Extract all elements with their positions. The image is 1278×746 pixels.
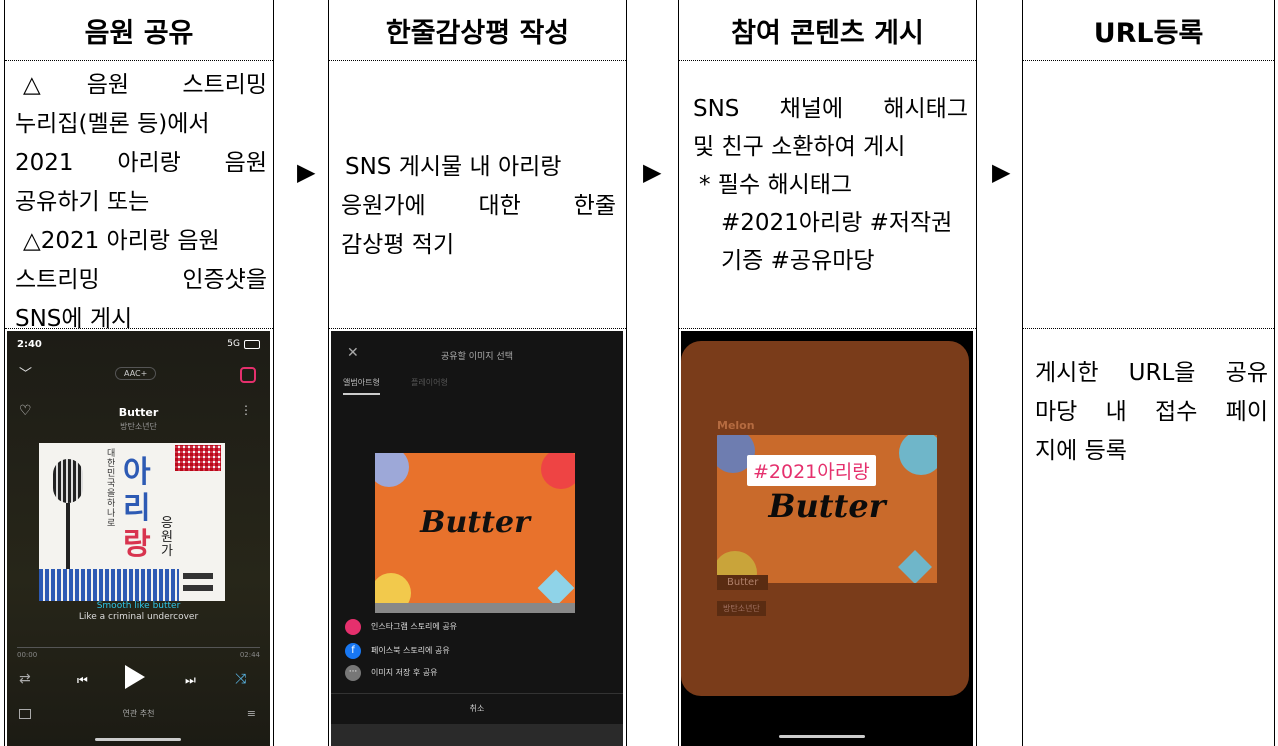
previous-icon[interactable]: ⏮: [77, 673, 88, 688]
separator: [5, 328, 273, 329]
cancel-button[interactable]: 취소: [331, 703, 623, 714]
play-icon[interactable]: [125, 665, 145, 689]
desc-line: 감상평 적기: [341, 232, 455, 258]
share-option-instagram[interactable]: 인스타그램 스토리에 공유: [371, 621, 457, 632]
desc-line: △2021 아리랑 음원: [23, 228, 220, 254]
home-indicator: [95, 738, 181, 741]
arrow-icon: ▶: [992, 158, 1011, 186]
desc-line: 기증 #공유마당: [721, 248, 875, 274]
album-art: 대한민국을 하나로 아 리 랑 응원가: [39, 443, 225, 601]
album-side-text: 응원가: [161, 516, 173, 559]
desc-line: 지에 등록: [1035, 438, 1127, 464]
column-register-url: URL등록 게시한 URL을 공유 마당 내 접수 페이 지에 등록: [1022, 0, 1275, 746]
desc-line: 공유하기 또는: [15, 189, 150, 215]
arrow-icon: ▶: [297, 158, 316, 186]
more-icon[interactable]: ⋮: [240, 403, 252, 417]
album-heart-pattern: [175, 445, 221, 471]
album-bar-pattern: [39, 569, 179, 601]
arrow-icon: ▶: [643, 158, 662, 186]
home-indicator: [779, 735, 865, 738]
column-header: 음원 공유: [5, 0, 273, 61]
desc-line: 스트리밍 인증샷을: [15, 267, 267, 293]
dialog-title: 공유할 이미지 선택: [441, 352, 513, 362]
tab-album-art[interactable]: 앨범아트형: [343, 377, 380, 395]
battery-icon: [244, 340, 260, 349]
screenshot-melon-player: 2:40 5G ﹀ AAC+ ♡ Butter 방탄소년단 ⋮ 대한민국을 하나…: [7, 331, 270, 746]
flower-shape: [375, 453, 409, 487]
shuffle-icon[interactable]: ⤨: [235, 671, 246, 687]
desc-line: 응원가에 대한 한줄: [341, 193, 616, 219]
song-label: Butter: [717, 575, 769, 590]
desc-line: 2021 아리랑 음원: [15, 150, 267, 176]
brand-label: Melon: [717, 419, 755, 432]
facebook-icon[interactable]: f: [345, 643, 361, 659]
desc-line: SNS 게시물 내 아리랑: [345, 154, 562, 180]
album-title: Butter: [768, 487, 886, 525]
microphone-stand: [66, 503, 70, 573]
flower-shape: [898, 550, 932, 583]
desc-line: 누리집(멜론 등)에서: [15, 111, 210, 137]
separator: [329, 328, 626, 329]
lyric-next: Like a criminal undercover: [78, 612, 199, 622]
nav-bar: [331, 724, 623, 746]
microphone-icon: [53, 459, 83, 503]
column-description: 게시한 URL을 공유 마당 내 접수 페이 지에 등록: [1023, 350, 1274, 471]
artist-label: 방탄소년단: [717, 601, 766, 616]
album-caption-bar: [375, 603, 575, 613]
song-title: Butter: [118, 406, 159, 419]
instagram-icon[interactable]: [240, 367, 256, 383]
screenshot-share-dialog: ✕ 공유할 이미지 선택 앨범아트형 플레이어형 Butter 인스타그램 스토…: [331, 331, 623, 746]
desc-line: 마당 내 접수 페이: [1035, 399, 1268, 425]
desc-line: △음원 스트리밍: [23, 72, 267, 98]
lyric-current: Smooth like butter: [96, 601, 181, 611]
desc-line: * 필수 해시태그: [699, 172, 853, 198]
chevron-down-icon[interactable]: ﹀: [19, 363, 32, 382]
playlist-icon[interactable]: ≡: [247, 707, 256, 720]
repeat-icon[interactable]: ⇄: [19, 671, 31, 687]
artist-name: 방탄소년단: [120, 422, 157, 431]
desc-line: SNS 채널에 해시태그: [693, 96, 968, 122]
flower-shape: [899, 435, 937, 475]
hashtag-sticker[interactable]: #2021아리랑: [747, 455, 876, 486]
sponsor-logo: [183, 573, 213, 579]
desc-line: 게시한 URL을 공유: [1035, 360, 1268, 386]
album-vertical-text: 대한민국을 하나로: [107, 449, 116, 529]
sponsor-logo: [183, 585, 213, 591]
separator: [1023, 328, 1274, 329]
column-header: URL등록: [1023, 0, 1274, 61]
desc-line: 및 친구 소환하여 게시: [693, 134, 906, 160]
column-description: SNS 채널에 해시태그 및 친구 소환하여 게시 * 필수 해시태그 #202…: [679, 86, 976, 280]
screenshot-story-editor: 완료 Melon Butter #2021아리랑 Butter 방탄소년단: [681, 331, 973, 746]
desc-line: #2021아리랑 #저작권: [721, 210, 953, 236]
share-option-facebook[interactable]: 페이스북 스토리에 공유: [371, 645, 450, 656]
separator: [679, 328, 976, 329]
more-icon[interactable]: ···: [345, 665, 361, 681]
column-write-review: 한줄감상평 작성 SNS 게시물 내 아리랑 응원가에 대한 한줄 감상평 적기…: [328, 0, 627, 746]
flower-shape: [537, 569, 575, 603]
album-preview: Butter: [375, 453, 575, 603]
time-end: 02:44: [239, 651, 260, 659]
column-header: 참여 콘텐츠 게시: [679, 0, 976, 61]
divider: [331, 693, 623, 694]
instagram-icon[interactable]: [345, 619, 361, 635]
column-description: △음원 스트리밍 누리집(멜론 등)에서 2021 아리랑 음원 공유하기 또는…: [5, 62, 273, 339]
column-post-content: 참여 콘텐츠 게시 SNS 채널에 해시태그 및 친구 소환하여 게시 * 필수…: [678, 0, 977, 746]
flower-shape: [541, 453, 575, 489]
progress-bar[interactable]: [17, 647, 260, 648]
status-signal: 5G: [227, 339, 240, 349]
tab-player[interactable]: 플레이어형: [411, 377, 448, 388]
related-button[interactable]: 연관 추천: [7, 708, 270, 719]
column-share-music: 음원 공유 △음원 스트리밍 누리집(멜론 등)에서 2021 아리랑 음원 공…: [4, 0, 274, 746]
time-start: 00:00: [17, 651, 38, 659]
column-header: 한줄감상평 작성: [329, 0, 626, 61]
share-option-save[interactable]: 이미지 저장 후 공유: [371, 667, 438, 678]
album-title: Butter: [420, 505, 530, 540]
flower-shape: [375, 573, 411, 603]
quality-badge: AAC+: [115, 367, 157, 380]
story-card: Melon Butter #2021아리랑 Butter 방탄소년단: [681, 341, 969, 696]
next-icon[interactable]: ⏭: [185, 673, 196, 688]
status-time: 2:40: [17, 339, 42, 350]
column-description: SNS 게시물 내 아리랑 응원가에 대한 한줄 감상평 적기: [329, 144, 626, 265]
album-big-text: 랑: [123, 527, 151, 562]
